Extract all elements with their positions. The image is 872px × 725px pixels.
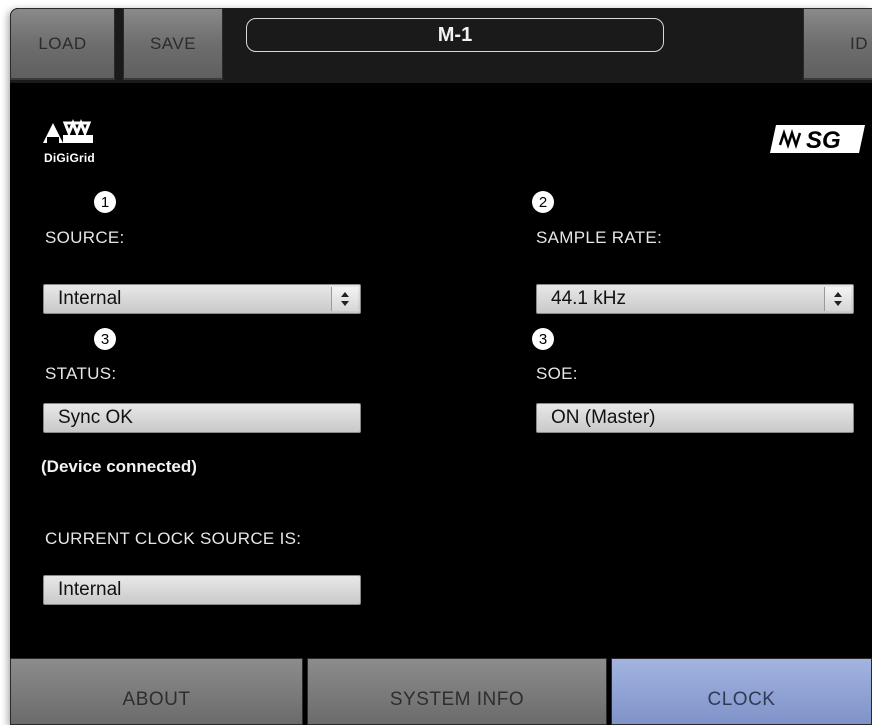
device-name-field[interactable]: M-1: [246, 18, 664, 52]
tab-about[interactable]: ABOUT: [10, 658, 303, 725]
load-button[interactable]: LOAD: [10, 8, 115, 80]
source-select[interactable]: Internal: [43, 284, 361, 314]
digigrid-logo: DiGiGrid: [43, 113, 133, 165]
clock-panel-window: LOAD SAVE M-1 ID DiGiGrid SG 1 SOURCE: I…: [10, 8, 872, 725]
bottom-tab-bar: ABOUT SYSTEM INFO CLOCK: [10, 653, 872, 725]
source-label: SOURCE:: [45, 228, 125, 247]
status-badge: 3: [94, 328, 116, 350]
select-arrows-icon[interactable]: [824, 287, 851, 311]
device-connected-note: (Device connected): [41, 457, 197, 476]
current-clock-source-label: CURRENT CLOCK SOURCE IS:: [45, 529, 302, 548]
tab-system-info[interactable]: SYSTEM INFO: [307, 658, 607, 725]
tab-clock[interactable]: CLOCK: [611, 658, 872, 725]
soe-label: SOE:: [536, 364, 578, 383]
digigrid-logo-text: DiGiGrid: [44, 151, 95, 165]
select-arrows-icon[interactable]: [331, 287, 358, 311]
id-button[interactable]: ID: [803, 8, 872, 80]
sample-rate-label: SAMPLE RATE:: [536, 228, 663, 247]
soe-value: ON (Master): [551, 407, 656, 428]
current-clock-source-value: Internal: [58, 579, 122, 600]
sg-logo: SG: [770, 123, 865, 155]
top-toolbar: LOAD SAVE M-1 ID: [10, 8, 872, 83]
sample-rate-select[interactable]: 44.1 kHz: [536, 284, 854, 314]
save-button[interactable]: SAVE: [123, 8, 223, 80]
sg-logo-text: SG: [806, 127, 841, 154]
sg-logo-icon: SG: [770, 125, 865, 154]
sample-rate-badge: 2: [532, 191, 554, 213]
status-field: Sync OK: [43, 403, 361, 433]
status-label: STATUS:: [45, 364, 117, 383]
current-clock-source-field: Internal: [43, 575, 361, 605]
digigrid-logo-icon: [43, 118, 93, 143]
source-select-value: Internal: [58, 288, 122, 309]
clock-settings-area: DiGiGrid SG 1 SOURCE: Internal 2 SAMPLE …: [10, 83, 872, 663]
soe-badge: 3: [532, 328, 554, 350]
source-badge: 1: [94, 191, 116, 213]
soe-field: ON (Master): [536, 403, 854, 433]
sample-rate-select-value: 44.1 kHz: [551, 288, 626, 309]
status-value: Sync OK: [58, 407, 133, 428]
